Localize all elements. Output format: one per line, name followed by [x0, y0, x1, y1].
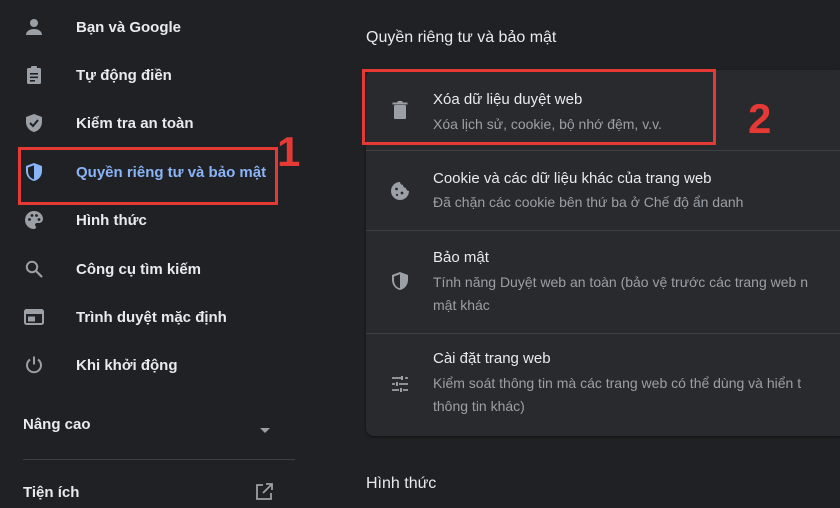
clipboard-icon	[24, 65, 44, 85]
row-subtitle: Đã chặn các cookie bên thứ ba ở Chế độ ẩ…	[433, 194, 744, 210]
sidebar-item-label: Hình thức	[76, 211, 147, 229]
sidebar-item-appearance[interactable]: Hình thức	[0, 200, 296, 240]
privacy-shield-icon	[24, 162, 44, 182]
row-site-settings[interactable]: Cài đặt trang web Kiểm soát thông tin mà…	[366, 334, 840, 434]
advanced-label: Nâng cao	[23, 415, 91, 433]
sidebar-item-label: Công cụ tìm kiếm	[76, 260, 202, 278]
row-subtitle-line2: mật khác	[433, 297, 490, 313]
step-number-2: 2	[748, 95, 772, 142]
search-icon	[24, 259, 44, 279]
sidebar-item-on-startup[interactable]: Khi khởi động	[0, 345, 296, 385]
trash-icon	[390, 100, 410, 120]
row-security[interactable]: Bảo mật Tính năng Duyệt web an toàn (bảo…	[366, 231, 840, 333]
sidebar-item-extensions[interactable]: Tiện ích	[0, 476, 296, 508]
settings-sidebar: Bạn và Google Tự động điền Kiểm tra an t…	[0, 0, 296, 501]
sidebar-item-label: Tự động điền	[76, 66, 172, 84]
row-subtitle: Xóa lịch sử, cookie, bộ nhớ đệm, v.v.	[433, 116, 662, 132]
advanced-section-toggle[interactable]: Nâng cao	[0, 406, 296, 442]
sidebar-item-autofill[interactable]: Tự động điền	[0, 55, 296, 95]
row-title: Xóa dữ liệu duyệt web	[433, 91, 583, 108]
section-title-appearance: Hình thức	[366, 475, 437, 492]
sidebar-item-search-engine[interactable]: Công cụ tìm kiếm	[0, 249, 296, 289]
tune-icon	[390, 374, 410, 394]
sidebar-item-label: Kiểm tra an toàn	[76, 114, 194, 132]
row-subtitle: Tính năng Duyệt web an toàn (bảo vệ trướ…	[433, 274, 808, 290]
row-title: Cài đặt trang web	[433, 350, 551, 367]
row-subtitle: Kiểm soát thông tin mà các trang web có …	[433, 375, 802, 391]
shield-check-icon	[24, 113, 44, 133]
sidebar-divider	[23, 459, 295, 460]
step-number-1: 1	[277, 128, 301, 175]
section-title-privacy: Quyền riêng tư và bảo mật	[366, 29, 557, 46]
person-icon	[24, 17, 44, 37]
row-title: Bảo mật	[433, 249, 489, 266]
extensions-label: Tiện ích	[23, 484, 80, 501]
palette-icon	[24, 210, 44, 230]
row-title: Cookie và các dữ liệu khác của trang web	[433, 170, 712, 187]
open-in-new-icon	[254, 482, 274, 507]
sidebar-item-safety-check[interactable]: Kiểm tra an toàn	[0, 103, 296, 143]
sidebar-item-label: Khi khởi động	[76, 356, 178, 374]
sidebar-item-label: Bạn và Google	[76, 18, 182, 36]
sidebar-item-privacy-security[interactable]: Quyền riêng tư và bảo mật	[0, 152, 296, 192]
power-icon	[24, 355, 44, 375]
sidebar-item-label: Trình duyệt mặc định	[76, 308, 227, 326]
sidebar-item-default-browser[interactable]: Trình duyệt mặc định	[0, 297, 296, 337]
chevron-down-icon	[259, 421, 271, 439]
security-shield-icon	[390, 271, 410, 291]
row-subtitle-line2: thông tin khác)	[433, 398, 525, 414]
sidebar-item-label: Quyền riêng tư và bảo mật	[76, 163, 267, 181]
row-cookies[interactable]: Cookie và các dữ liệu khác của trang web…	[366, 151, 840, 229]
browser-icon	[24, 307, 44, 327]
cookie-icon	[390, 181, 410, 201]
sidebar-item-you-and-google[interactable]: Bạn và Google	[0, 7, 296, 47]
